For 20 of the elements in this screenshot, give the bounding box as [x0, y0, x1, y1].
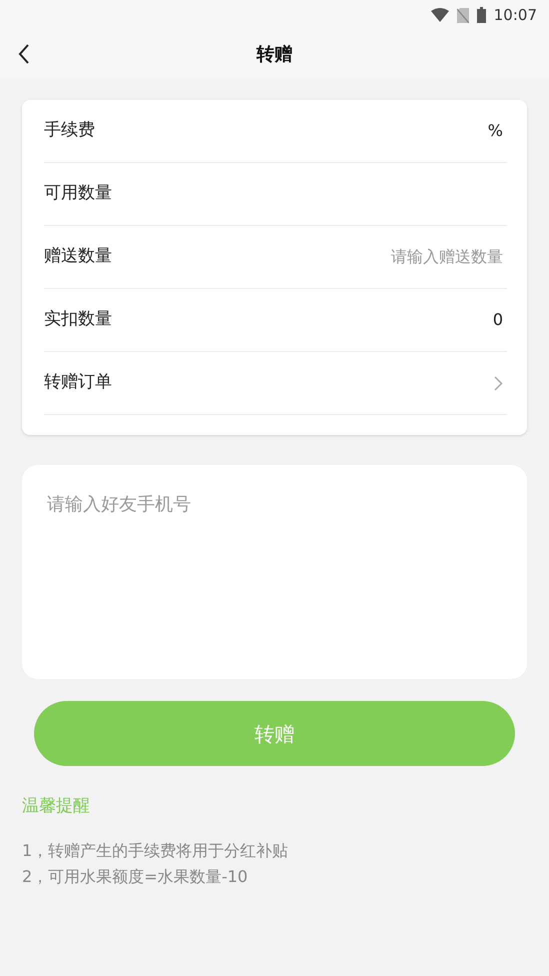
row-label: 转赠订单 [44, 371, 112, 394]
back-icon [18, 44, 30, 64]
row-label: 赠送数量 [44, 245, 112, 268]
row-label: 实扣数量 [44, 308, 112, 332]
row-label: 可用数量 [44, 182, 112, 206]
page-title: 转赠 [256, 42, 292, 66]
tip-text: 1，转赠产生的手续费将用于分红补贴 [22, 840, 290, 862]
tips-title: 温馨提醒 [22, 795, 91, 818]
tip-text: 2，可用水果额度=水果数量-10 [22, 866, 249, 888]
row-label: 手续费 [44, 119, 95, 142]
amount-input[interactable]: 请输入赠送数量 [283, 245, 503, 269]
order-link-row[interactable]: 转赠订单 [44, 352, 507, 415]
no-sim-icon [456, 8, 469, 22]
wifi-icon [430, 8, 449, 22]
chevron-right-icon [494, 376, 503, 390]
battery-icon [476, 7, 486, 23]
phone-field[interactable]: 请输入好友手机号 [22, 465, 527, 679]
row-value: 0 [492, 309, 503, 331]
row-value: % [488, 120, 503, 142]
status-time: 10:07 [494, 4, 537, 26]
